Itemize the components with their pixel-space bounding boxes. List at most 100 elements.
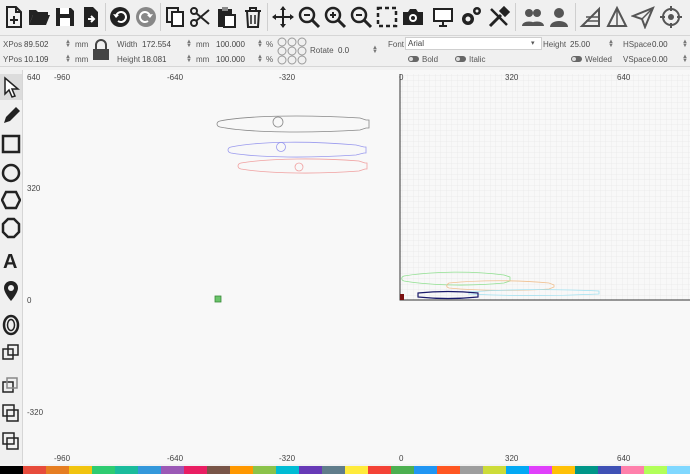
hspace-input[interactable]: 0.00 bbox=[652, 40, 668, 49]
mirror-v-icon[interactable] bbox=[605, 4, 629, 30]
x-tick-bottom: -960 bbox=[54, 454, 71, 463]
open-icon[interactable] bbox=[27, 4, 51, 30]
camera-icon[interactable] bbox=[401, 4, 425, 30]
rotate-spinner[interactable]: ▲ ▼ bbox=[372, 45, 378, 55]
palette-swatch[interactable] bbox=[92, 466, 115, 474]
new-icon[interactable] bbox=[2, 4, 26, 30]
palette-swatch[interactable] bbox=[644, 466, 667, 474]
width-spinner[interactable]: ▲ ▼ bbox=[186, 39, 192, 49]
settings-icon[interactable] bbox=[459, 4, 483, 30]
font-label: Font bbox=[388, 40, 405, 49]
palette-swatch[interactable] bbox=[391, 466, 414, 474]
palette-swatch[interactable] bbox=[552, 466, 575, 474]
subtract-icon[interactable] bbox=[0, 372, 22, 398]
undo-icon[interactable] bbox=[108, 4, 132, 30]
palette-swatch[interactable] bbox=[138, 466, 161, 474]
palette-swatch[interactable] bbox=[529, 466, 552, 474]
font-select[interactable] bbox=[405, 37, 542, 50]
move-icon[interactable] bbox=[271, 4, 295, 30]
palette-swatch[interactable] bbox=[414, 466, 437, 474]
italic-toggle[interactable] bbox=[455, 56, 466, 62]
palette-swatch[interactable] bbox=[345, 466, 368, 474]
palette-swatch[interactable] bbox=[460, 466, 483, 474]
rectangle-icon[interactable] bbox=[0, 131, 22, 157]
rotate-input[interactable]: 0.0 bbox=[338, 46, 349, 55]
circle-icon[interactable] bbox=[0, 160, 22, 186]
height-percent-spinner[interactable]: ▲ ▼ bbox=[257, 54, 263, 64]
palette-swatch[interactable] bbox=[598, 466, 621, 474]
palette-swatch[interactable] bbox=[368, 466, 391, 474]
offset-icon[interactable] bbox=[0, 312, 22, 338]
location-pin-icon[interactable] bbox=[0, 278, 22, 304]
y-tick: -320 bbox=[27, 408, 44, 417]
font-height-input[interactable]: 25.00 bbox=[570, 40, 590, 49]
palette-swatch[interactable] bbox=[23, 466, 46, 474]
palette-swatch[interactable] bbox=[161, 466, 184, 474]
tools-icon[interactable] bbox=[487, 4, 511, 30]
intersect-icon[interactable] bbox=[0, 400, 22, 426]
hexagon-icon[interactable] bbox=[0, 187, 22, 213]
palette-swatch[interactable] bbox=[667, 466, 690, 474]
paste-icon[interactable] bbox=[214, 4, 238, 30]
chevron-down-icon: ▾ bbox=[531, 40, 535, 47]
octagon-icon[interactable] bbox=[0, 215, 22, 241]
palette-swatch[interactable] bbox=[322, 466, 345, 474]
monitor-icon[interactable] bbox=[431, 4, 455, 30]
font-height-spinner[interactable]: ▲ ▼ bbox=[608, 39, 614, 49]
design-canvas[interactable]: -960 -640 -320 0 320 640 -960 -640 -320 … bbox=[23, 70, 690, 464]
vspace-input[interactable]: 0.00 bbox=[652, 55, 668, 64]
pencil-icon[interactable] bbox=[0, 102, 22, 128]
mirror-h-icon[interactable] bbox=[579, 4, 603, 30]
zoom-in-icon[interactable] bbox=[323, 4, 347, 30]
palette-swatch[interactable] bbox=[483, 466, 506, 474]
width-input[interactable]: 172.554 bbox=[142, 40, 171, 49]
hspace-spinner[interactable]: ▲ ▼ bbox=[682, 39, 688, 49]
width-unit: mm bbox=[196, 40, 210, 49]
palette-swatch[interactable] bbox=[253, 466, 276, 474]
palette-swatch[interactable] bbox=[506, 466, 529, 474]
palette-swatch[interactable] bbox=[184, 466, 207, 474]
select-box-icon[interactable] bbox=[375, 4, 399, 30]
palette-swatch[interactable] bbox=[46, 466, 69, 474]
zoom-out-icon[interactable] bbox=[349, 4, 373, 30]
copy-icon[interactable] bbox=[163, 4, 187, 30]
ypos-input[interactable]: 10.109 bbox=[24, 55, 48, 64]
export-icon[interactable] bbox=[79, 4, 103, 30]
cut-icon[interactable] bbox=[188, 4, 212, 30]
pointer-icon[interactable] bbox=[0, 74, 22, 100]
users-icon[interactable] bbox=[521, 4, 545, 30]
vspace-spinner[interactable]: ▲ ▼ bbox=[682, 54, 688, 64]
bold-toggle[interactable] bbox=[408, 56, 419, 62]
target-icon[interactable] bbox=[659, 4, 683, 30]
palette-swatch[interactable] bbox=[276, 466, 299, 474]
palette-swatch[interactable] bbox=[69, 466, 92, 474]
save-icon[interactable] bbox=[53, 4, 77, 30]
xor-icon[interactable] bbox=[0, 428, 22, 454]
palette-swatch[interactable] bbox=[207, 466, 230, 474]
palette-swatch[interactable] bbox=[621, 466, 644, 474]
palette-swatch[interactable] bbox=[575, 466, 598, 474]
text-icon[interactable]: A bbox=[0, 247, 22, 273]
delete-icon[interactable] bbox=[241, 4, 265, 30]
palette-swatch[interactable] bbox=[437, 466, 460, 474]
redo-icon[interactable] bbox=[134, 4, 158, 30]
ypos-spinner[interactable]: ▲ ▼ bbox=[65, 54, 71, 64]
anchor-grid-icon[interactable] bbox=[277, 37, 307, 67]
send-icon[interactable] bbox=[631, 4, 655, 30]
zoom-fit-icon[interactable] bbox=[297, 4, 321, 30]
palette-swatch[interactable] bbox=[299, 466, 322, 474]
height-spinner[interactable]: ▲ ▼ bbox=[186, 54, 192, 64]
height-input[interactable]: 18.081 bbox=[142, 55, 166, 64]
height-percent-input[interactable]: 100.000 bbox=[216, 55, 245, 64]
user-icon[interactable] bbox=[547, 4, 571, 30]
palette-swatch[interactable] bbox=[0, 466, 23, 474]
width-percent-spinner[interactable]: ▲ ▼ bbox=[257, 39, 263, 49]
palette-swatch[interactable] bbox=[230, 466, 253, 474]
union-icon[interactable] bbox=[0, 341, 22, 367]
xpos-input[interactable]: 89.502 bbox=[24, 40, 48, 49]
welded-toggle[interactable] bbox=[571, 56, 582, 62]
width-percent-input[interactable]: 100.000 bbox=[216, 40, 245, 49]
xpos-spinner[interactable]: ▲ ▼ bbox=[65, 39, 71, 49]
lock-icon[interactable] bbox=[92, 39, 110, 63]
palette-swatch[interactable] bbox=[115, 466, 138, 474]
